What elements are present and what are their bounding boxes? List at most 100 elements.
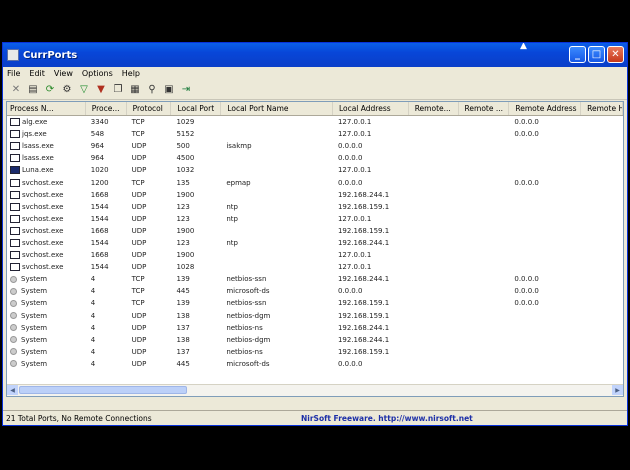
menu-options[interactable]: Options (82, 69, 113, 78)
process-name: System (21, 311, 48, 320)
table-cell: 0.0.0.0 (337, 359, 363, 368)
table-cell: 4 (90, 359, 96, 368)
table-cell: System (7, 287, 86, 295)
table-cell: 137 (176, 347, 190, 356)
table-cell: 1668 (90, 190, 109, 199)
close-button[interactable]: ✕ (607, 46, 624, 63)
scroll-thumb[interactable] (19, 386, 187, 394)
menu-view[interactable]: View (54, 69, 73, 78)
table-row[interactable]: Luna.exe 1020 UDP 1032 127.0.0.1 (7, 164, 623, 176)
table-row[interactable]: svchost.exe 1200 TCP 135 epmap 0.0.0.0 0.0.0.0 (7, 176, 623, 188)
table-row[interactable]: svchost.exe 1544 UDP 123 ntp 192.168.244.1 (7, 237, 623, 249)
advanced-filter-icon[interactable]: ▼ (94, 83, 108, 97)
currports-window: CurrPorts ▲ _ □ ✕ File Edit View Options Hel… (2, 42, 628, 426)
table-cell: 1544 (90, 202, 109, 211)
mouse-cursor-icon: ▲ (520, 42, 527, 51)
process-icon (10, 263, 20, 272)
table-row[interactable]: System 4 TCP 139 netbios-ssn 192.168.159.1 0.0… (7, 297, 623, 309)
table-row[interactable]: System 4 UDP 137 netbios-ns 192.168.159.1 (7, 346, 623, 358)
column-header-2[interactable]: Protocol (127, 102, 172, 115)
process-icon (10, 202, 20, 211)
table-cell: epmap (226, 178, 251, 187)
column-header-4[interactable]: Local Port Name (221, 102, 333, 115)
table-cell: svchost.exe (7, 202, 86, 211)
menu-help[interactable]: Help (122, 69, 140, 78)
system-process-icon (10, 360, 17, 368)
table-row[interactable]: svchost.exe 1668 UDP 1900 192.168.159.1 (7, 225, 623, 237)
table-cell: svchost.exe (7, 238, 86, 247)
nirsoft-link[interactable]: NirSoft Freeware. http://www.nirsoft.net (301, 414, 473, 423)
table-row[interactable]: System 4 UDP 137 netbios-ns 192.168.244.1 (7, 322, 623, 334)
table-row[interactable]: System 4 UDP 138 netbios-dgm 192.168.244.1 (7, 334, 623, 346)
table-cell: 0.0.0.0 (337, 287, 363, 296)
system-process-icon (10, 287, 17, 295)
rows-container: alg.exe 3340 TCP 1029 127.0.0.1 0.0.0.0 jqs.ex… (7, 116, 623, 370)
table-cell: 192.168.159.1 (337, 202, 390, 211)
table-row[interactable]: System 4 TCP 139 netbios-ssn 192.168.244.1 0.0… (7, 273, 623, 285)
close-connection-icon[interactable]: ✕ (9, 83, 23, 97)
table-row[interactable]: svchost.exe 1668 UDP 1900 127.0.0.1 (7, 249, 623, 261)
column-header-5[interactable]: Local Address (333, 102, 409, 115)
exit-icon[interactable]: ⇥ (179, 83, 193, 97)
table-row[interactable]: System 4 UDP 138 netbios-dgm 192.168.159.1 (7, 310, 623, 322)
table-row[interactable]: lsass.exe 964 UDP 4500 0.0.0.0 (7, 152, 623, 164)
table-cell: svchost.exe (7, 214, 86, 223)
table-cell: 4 (90, 299, 96, 308)
report-icon[interactable]: ▣ (162, 83, 176, 97)
filter-icon[interactable]: ▽ (77, 83, 91, 97)
table-cell: 4500 (176, 154, 195, 163)
table-cell: 0.0.0.0 (514, 275, 539, 284)
horizontal-scrollbar[interactable]: ◀ ▶ (7, 384, 623, 396)
table-row[interactable]: lsass.exe 964 UDP 500 isakmp 0.0.0.0 (7, 140, 623, 152)
table-row[interactable]: alg.exe 3340 TCP 1029 127.0.0.1 0.0.0.0 (7, 116, 623, 128)
menu-edit[interactable]: Edit (29, 69, 45, 78)
table-cell: 1032 (176, 166, 195, 175)
process-icon (10, 166, 20, 175)
title-bar[interactable]: CurrPorts ▲ _ □ ✕ (3, 43, 627, 67)
table-cell: 1668 (90, 251, 109, 260)
maximize-button[interactable]: □ (588, 46, 605, 63)
table-cell: 1668 (90, 226, 109, 235)
table-row[interactable]: svchost.exe 1544 UDP 1028 127.0.0.1 (7, 261, 623, 273)
table-row[interactable]: jqs.exe 548 TCP 5152 127.0.0.1 0.0.0.0 (7, 128, 623, 140)
column-header-9[interactable]: Remote Ho (581, 102, 623, 115)
table-cell: UDP (131, 166, 147, 175)
table-cell: 3340 (90, 118, 109, 127)
column-header-7[interactable]: Remote ... (459, 102, 510, 115)
column-header-6[interactable]: Remote... (409, 102, 459, 115)
scroll-left-icon[interactable]: ◀ (7, 385, 18, 395)
table-cell: 137 (176, 323, 190, 332)
table-cell: ntp (226, 202, 238, 211)
refresh-icon[interactable]: ⟳ (43, 83, 57, 97)
html-report-icon[interactable]: ▦ (128, 83, 142, 97)
table-cell: UDP (131, 142, 147, 151)
ports-list[interactable]: Process N... Proce... Protocol Local Port Lo… (6, 101, 624, 397)
process-icon (10, 190, 20, 199)
table-cell: 0.0.0.0 (514, 299, 539, 308)
menu-file[interactable]: File (7, 69, 20, 78)
column-header-3[interactable]: Local Port (171, 102, 222, 115)
column-header-1[interactable]: Proce... (86, 102, 127, 115)
table-cell: 139 (176, 275, 190, 284)
table-cell: UDP (131, 226, 147, 235)
table-row[interactable]: System 4 TCP 445 microsoft-ds 0.0.0.0 0.0.0.0 (7, 285, 623, 297)
table-row[interactable]: svchost.exe 1544 UDP 123 ntp 127.0.0.1 (7, 213, 623, 225)
minimize-button[interactable]: _ (569, 46, 586, 63)
system-process-icon (10, 299, 17, 307)
table-cell: UDP (131, 335, 147, 344)
scroll-right-icon[interactable]: ▶ (612, 385, 623, 395)
column-header-0[interactable]: Process N... (7, 102, 86, 115)
table-cell: isakmp (226, 142, 252, 151)
table-row[interactable]: System 4 UDP 445 microsoft-ds 0.0.0.0 (7, 358, 623, 370)
table-cell: 1200 (90, 178, 109, 187)
find-icon[interactable]: ⚲ (145, 83, 159, 97)
save-icon[interactable]: ▤ (26, 83, 40, 97)
status-count: 21 Total Ports, No Remote Connections (6, 413, 152, 423)
table-row[interactable]: svchost.exe 1544 UDP 123 ntp 192.168.159.1 (7, 201, 623, 213)
table-row[interactable]: svchost.exe 1668 UDP 1900 192.168.244.1 (7, 189, 623, 201)
copy-icon[interactable]: ❐ (111, 83, 125, 97)
properties-icon[interactable]: ⚙ (60, 83, 74, 97)
column-header-8[interactable]: Remote Address (509, 102, 582, 115)
system-process-icon (10, 336, 17, 344)
table-cell: System (7, 275, 86, 283)
